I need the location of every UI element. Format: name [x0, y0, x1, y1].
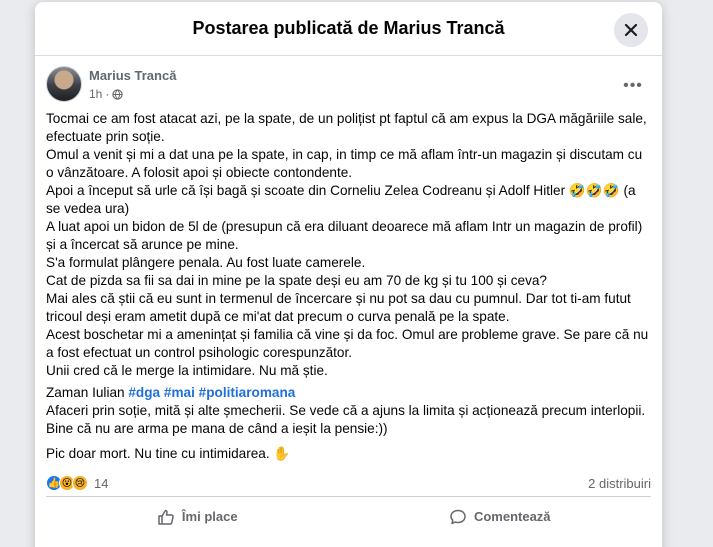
more-options-button[interactable]: ••• [619, 74, 647, 98]
globe-icon [112, 88, 124, 100]
post-paragraph: Bine că nu are arma pe mana de când a ie… [46, 421, 388, 436]
post-paragraph: Afaceri prin soție, mită și alte șmecher… [46, 403, 646, 418]
post-meta: 1h · [89, 87, 124, 101]
separator-dot: · [105, 87, 110, 101]
post-paragraph: Acest boschetar mi a amenințat și famili… [46, 327, 649, 360]
post-paragraph: Mai ales că știi că eu sunt in termenul … [46, 291, 631, 324]
post-paragraph: Tocmai ce am fost atacat azi, pe la spat… [46, 111, 647, 144]
hashtag-mai[interactable]: #mai [164, 385, 195, 400]
hashtag-dga[interactable]: #dga [128, 385, 160, 400]
reactions-bar: 👍 😮 😢 14 2 distribuiri [46, 473, 651, 493]
hashtag-politiaromana[interactable]: #politiaromana [199, 385, 296, 400]
close-button[interactable] [614, 13, 648, 47]
post-final-line: Pic doar mort. Nu tine cu intimidarea. ✋ [46, 446, 291, 461]
sad-reaction-icon: 😢 [72, 475, 88, 491]
post-paragraph: Unii cred că le merge la intimidare. Nu … [46, 363, 328, 378]
post-paragraph: A luat apoi un bidon de 5l de (presupun … [46, 219, 643, 252]
reaction-count[interactable]: 14 [94, 476, 108, 491]
post-header: Marius Trancă 1h · ••• [46, 66, 651, 106]
post-dialog: Postarea publicată de Marius Trancă Mari… [35, 2, 662, 547]
post-paragraph: Omul a venit și mi a dat una pe la spate… [46, 147, 643, 180]
dialog-header: Postarea publicată de Marius Trancă [35, 2, 662, 56]
post-paragraph: S'a formulat plângere penala. Au fost lu… [46, 255, 366, 270]
post-paragraph: Apoi a început să urle că își bagă și sc… [46, 183, 636, 216]
comment-button[interactable]: Comentează [349, 497, 652, 536]
share-count[interactable]: 2 distribuiri [588, 476, 651, 491]
post-actions: Îmi place Comentează [46, 496, 651, 536]
post-time[interactable]: 1h [89, 87, 102, 101]
comment-icon [450, 509, 466, 524]
thumbs-up-icon [158, 509, 174, 525]
post-text: Tocmai ce am fost atacat azi, pe la spat… [46, 110, 652, 463]
signature-name: Zaman Iulian [46, 385, 125, 400]
comment-label: Comentează [473, 509, 551, 524]
post-paragraph: Cat de pizda sa fii sa dai in mine pe la… [46, 273, 547, 288]
avatar[interactable] [46, 66, 82, 102]
dialog-title: Postarea publicată de Marius Trancă [192, 18, 505, 38]
author-name[interactable]: Marius Trancă [89, 68, 176, 83]
close-icon [624, 23, 638, 37]
more-dots-icon: ••• [623, 77, 643, 94]
signature-line: Zaman Iulian #dga #mai #politiaromana [46, 384, 652, 402]
like-button[interactable]: Îmi place [46, 497, 349, 536]
like-label: Îmi place [181, 509, 238, 524]
reaction-icons[interactable]: 👍 😮 😢 [46, 475, 88, 491]
